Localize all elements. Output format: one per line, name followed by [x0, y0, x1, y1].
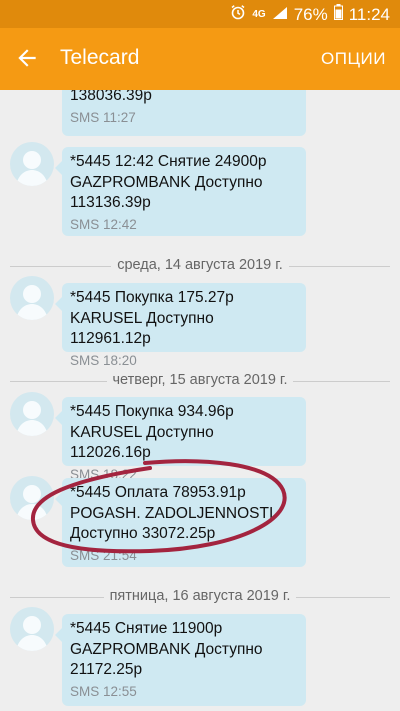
- options-button[interactable]: ОПЦИИ: [321, 49, 386, 69]
- date-separator: среда, 14 августа 2019 г.: [0, 256, 400, 276]
- message-thread[interactable]: 138036.39р SMS 11:27 *5445 12:42 Снятие …: [0, 90, 400, 711]
- message-text: 138036.39р: [70, 90, 152, 104]
- message-bubble[interactable]: *5445 12:42 Снятие 24900р GAZPROMBANK До…: [55, 147, 306, 236]
- date-separator-label: среда, 14 августа 2019 г.: [111, 257, 289, 273]
- contact-avatar: [10, 276, 54, 320]
- back-arrow-icon[interactable]: [14, 45, 40, 71]
- date-separator-label: пятница, 16 августа 2019 г.: [103, 588, 297, 604]
- app-bar: Telecard ОПЦИИ: [0, 28, 400, 90]
- clock: 11:24: [348, 4, 390, 24]
- message-bubble[interactable]: *5445 Покупка 175.27р KARUSEL Доступно 1…: [55, 283, 306, 368]
- signal-strength-icon: [272, 5, 288, 25]
- alarm-clock-icon: [230, 4, 246, 25]
- contact-avatar: [10, 607, 54, 651]
- date-separator: четверг, 15 августа 2019 г.: [0, 371, 400, 391]
- battery-percent: 76%: [293, 4, 328, 24]
- contact-avatar: [10, 476, 54, 520]
- network-type: 4G: [252, 9, 266, 20]
- message-meta: SMS 11:27: [70, 109, 136, 125]
- message-text: *5445 Снятие 11900р GAZPROMBANK Доступно…: [70, 620, 263, 678]
- battery-icon: [333, 4, 343, 25]
- message-bubble[interactable]: *5445 Оплата 78953.91р POGASH. ZADOLJENN…: [55, 478, 306, 567]
- status-bar: 4G 76% 11:24: [0, 0, 400, 28]
- contact-avatar: [10, 392, 54, 436]
- message-meta: SMS 18:20: [70, 352, 137, 368]
- conversation-title: Telecard: [60, 46, 140, 69]
- message-text: *5445 Покупка 934.96р KARUSEL Доступно 1…: [70, 403, 234, 461]
- date-separator: пятница, 16 августа 2019 г.: [0, 587, 400, 607]
- message-text: *5445 12:42 Снятие 24900р GAZPROMBANK До…: [70, 153, 267, 211]
- message-meta: SMS 21:54: [70, 547, 137, 563]
- message-text: *5445 Покупка 175.27р KARUSEL Доступно 1…: [70, 289, 234, 347]
- message-meta: SMS 12:42: [70, 216, 137, 232]
- date-separator-label: четверг, 15 августа 2019 г.: [106, 372, 294, 388]
- contact-avatar: [10, 142, 54, 186]
- message-meta: SMS 12:55: [70, 683, 137, 699]
- message-text: *5445 Оплата 78953.91р POGASH. ZADOLJENN…: [70, 484, 274, 542]
- message-bubble[interactable]: 138036.39р SMS 11:27: [62, 90, 306, 136]
- message-bubble[interactable]: *5445 Покупка 934.96р KARUSEL Доступно 1…: [55, 397, 306, 482]
- message-bubble[interactable]: *5445 Снятие 11900р GAZPROMBANK Доступно…: [55, 614, 306, 706]
